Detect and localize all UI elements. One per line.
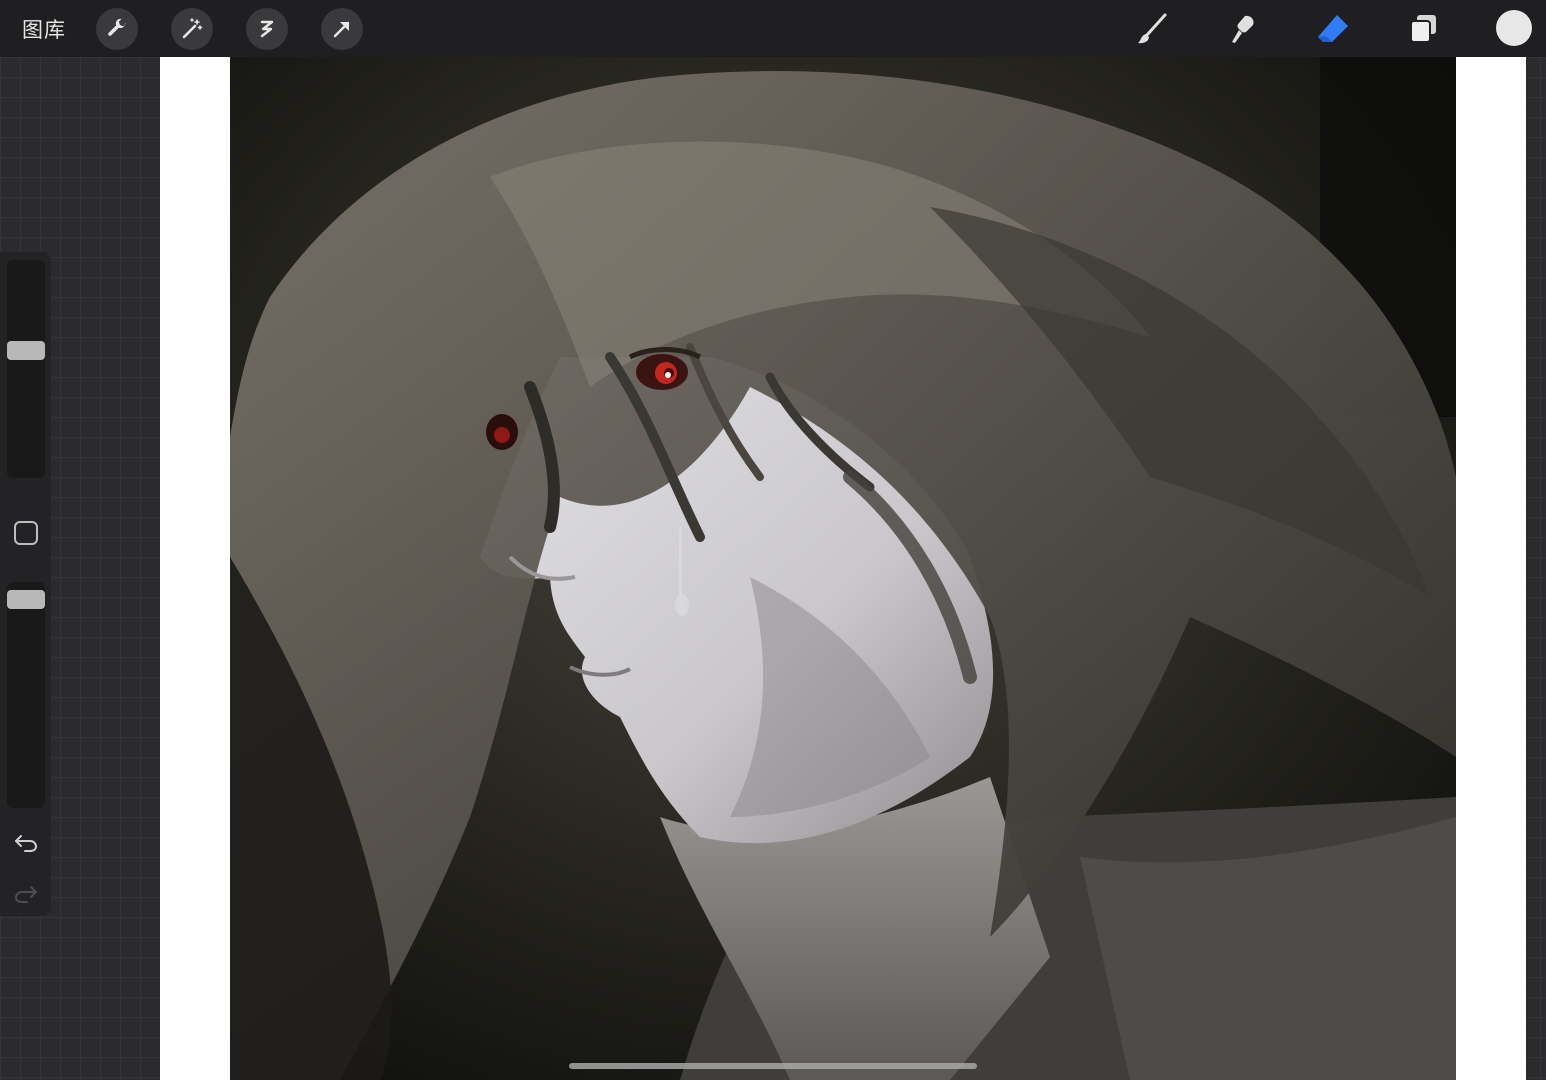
portrait-painting	[230, 57, 1456, 1080]
redo-button[interactable]	[10, 879, 42, 907]
smudge-icon	[1232, 15, 1254, 43]
modify-button[interactable]	[14, 521, 38, 545]
opacity-slider[interactable]	[7, 582, 45, 808]
actions-button[interactable]	[96, 8, 138, 50]
wrench-icon	[108, 18, 126, 36]
brush-size-thumb[interactable]	[7, 341, 45, 360]
selection-s-icon	[260, 20, 274, 38]
eraser-icon	[1318, 15, 1348, 42]
transform-button[interactable]	[321, 8, 363, 50]
selection-button[interactable]	[246, 8, 288, 50]
left-sidebar	[0, 252, 51, 916]
arrow-cursor-icon	[333, 21, 350, 38]
layers-icon	[1410, 15, 1436, 43]
gallery-button[interactable]: 图库	[22, 14, 66, 44]
redo-icon	[14, 886, 37, 903]
portrait-artwork[interactable]	[230, 57, 1456, 1080]
undo-icon	[15, 835, 38, 852]
layers-button[interactable]	[1402, 8, 1444, 50]
procreate-app: 图库	[0, 0, 1546, 1080]
brush-size-slider[interactable]	[7, 260, 45, 478]
color-picker-button[interactable]	[1496, 10, 1532, 46]
top-toolbar: 图库	[0, 0, 1546, 57]
undo-button[interactable]	[10, 828, 42, 856]
opacity-thumb[interactable]	[7, 590, 45, 609]
smudge-tool-button[interactable]	[1222, 8, 1264, 50]
brush-tool-button[interactable]	[1132, 8, 1174, 50]
eraser-tool-button[interactable]	[1312, 8, 1354, 50]
magic-wand-icon	[182, 18, 203, 39]
adjustments-button[interactable]	[171, 8, 213, 50]
home-indicator[interactable]	[569, 1063, 977, 1069]
brush-icon	[1138, 13, 1167, 44]
